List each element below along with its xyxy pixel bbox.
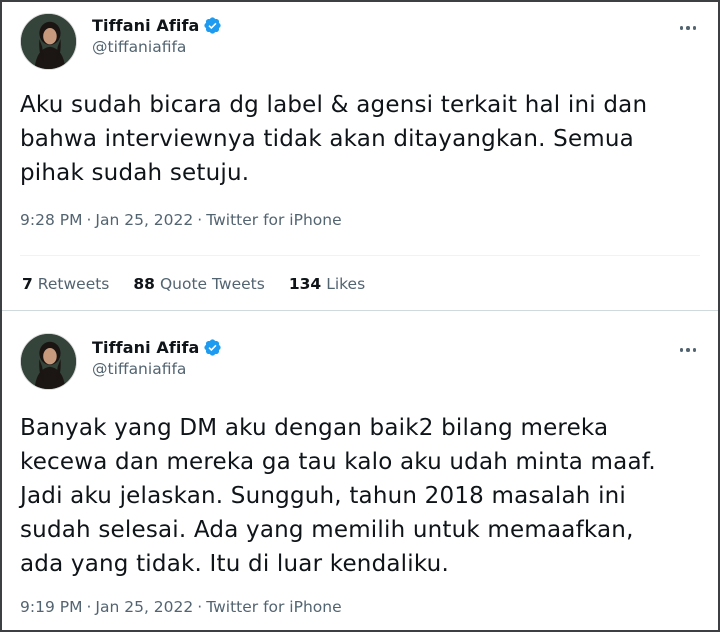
likes-count: 134 [288, 275, 322, 293]
tweet[interactable]: Tiffani Afifa @tiffaniafifa Banyak yang … [0, 311, 720, 632]
divider [20, 255, 700, 256]
user-handle[interactable]: @tiffaniafifa [92, 38, 222, 56]
tweet-text: Banyak yang DM aku dengan baik2 bilang m… [20, 415, 656, 577]
tweet-time[interactable]: 9:19 PM [20, 598, 82, 616]
tweet-text: Aku sudah bicara dg label & agensi terka… [20, 92, 648, 186]
user-handle[interactable]: @tiffaniafifa [92, 360, 222, 378]
tweet-stats: 7 Retweets 88 Quote Tweets 134 Likes [22, 275, 365, 293]
tweet-metadata: 9:19 PM · Jan 25, 2022 · Twitter for iPh… [20, 598, 342, 616]
tweet-source[interactable]: Twitter for iPhone [206, 598, 341, 616]
retweets-label: Retweets [37, 275, 110, 293]
likes-stat[interactable]: 134 Likes [289, 275, 365, 293]
quote-tweets-stat[interactable]: 88 Quote Tweets [133, 275, 264, 293]
tweet-author[interactable]: Tiffani Afifa @tiffaniafifa [92, 336, 222, 378]
avatar[interactable] [20, 333, 77, 390]
tweet-date[interactable]: Jan 25, 2022 [95, 211, 193, 229]
more-options-icon[interactable] [676, 20, 700, 36]
retweets-count: 7 [22, 275, 33, 293]
tweet-metadata: 9:28 PM · Jan 25, 2022 · Twitter for iPh… [20, 211, 342, 229]
tweet[interactable]: Tiffani Afifa @tiffaniafifa Aku sudah bi… [0, 0, 720, 310]
profile-photo-icon [21, 334, 76, 389]
verified-badge-icon [204, 338, 222, 356]
tweet-date[interactable]: Jan 25, 2022 [95, 598, 193, 616]
retweets-stat[interactable]: 7 Retweets [22, 275, 109, 293]
profile-photo-icon [21, 14, 76, 69]
quote-tweets-label: Quote Tweets [159, 275, 265, 293]
quote-tweets-count: 88 [133, 275, 155, 293]
separator: · [197, 211, 203, 229]
avatar[interactable] [20, 13, 77, 70]
likes-label: Likes [326, 275, 366, 293]
separator: · [197, 598, 203, 616]
display-name[interactable]: Tiffani Afifa [92, 16, 199, 35]
display-name[interactable]: Tiffani Afifa [92, 338, 199, 357]
verified-badge-icon [204, 16, 222, 34]
tweet-author[interactable]: Tiffani Afifa @tiffaniafifa [92, 14, 222, 56]
tweet-source[interactable]: Twitter for iPhone [206, 211, 341, 229]
more-options-icon[interactable] [676, 342, 700, 358]
separator: · [86, 211, 92, 229]
tweet-time[interactable]: 9:28 PM [20, 211, 82, 229]
separator: · [86, 598, 92, 616]
